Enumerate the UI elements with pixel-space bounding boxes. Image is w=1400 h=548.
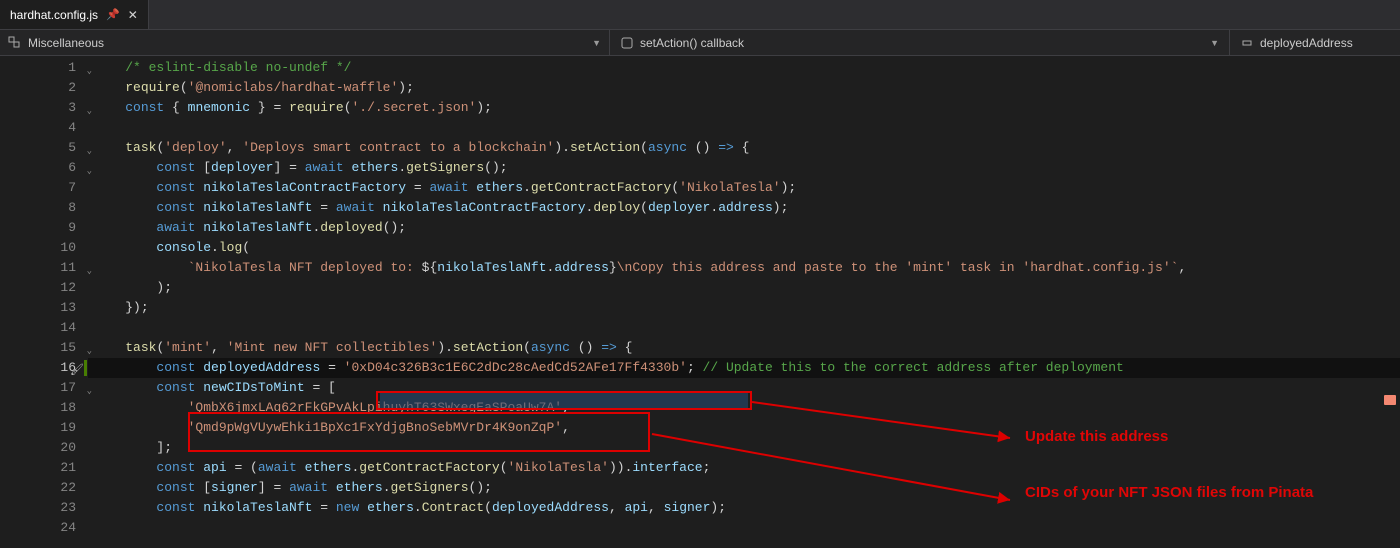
code-line[interactable]: `NikolaTesla NFT deployed to: ${nikolaTe… — [88, 258, 1400, 278]
line-number: 7 — [0, 178, 88, 198]
code-line[interactable]: const nikolaTeslaNft = await nikolaTesla… — [88, 198, 1400, 218]
code-line[interactable]: }); — [88, 298, 1400, 318]
line-number: 20 — [0, 438, 88, 458]
nav-scope-label: Miscellaneous — [28, 36, 104, 50]
close-icon[interactable]: ✕ — [128, 8, 138, 22]
chevron-down-icon[interactable]: ▼ — [1210, 38, 1219, 48]
line-number: 24 — [0, 518, 88, 538]
editor-area: 1⌄23⌄45⌄6⌄7891011⌄12131415⌄16🖌17⌄1819202… — [0, 56, 1400, 548]
code-line[interactable]: task('mint', 'Mint new NFT collectibles'… — [88, 338, 1400, 358]
line-number: 3⌄ — [0, 98, 88, 118]
scrollbar-marker — [1384, 395, 1396, 405]
nav-context-label: setAction() callback — [640, 36, 744, 50]
code-line[interactable]: const { mnemonic } = require('./.secret.… — [88, 98, 1400, 118]
line-number: 15⌄ — [0, 338, 88, 358]
line-number: 1⌄ — [0, 58, 88, 78]
code-line[interactable]: const api = (await ethers.getContractFac… — [88, 458, 1400, 478]
chevron-down-icon[interactable]: ▼ — [592, 38, 601, 48]
line-number: 12 — [0, 278, 88, 298]
nav-symbol-label: deployedAddress — [1260, 36, 1353, 50]
line-number-gutter: 1⌄23⌄45⌄6⌄7891011⌄12131415⌄16🖌17⌄1819202… — [0, 56, 88, 548]
scope-icon — [8, 36, 22, 50]
code-line[interactable]: /* eslint-disable no-undef */ — [88, 58, 1400, 78]
tab-filename: hardhat.config.js — [10, 8, 98, 22]
line-number: 9 — [0, 218, 88, 238]
method-icon — [620, 36, 634, 50]
line-number: 16🖌 — [0, 358, 88, 378]
line-number: 19 — [0, 418, 88, 438]
code-line[interactable]: require('@nomiclabs/hardhat-waffle'); — [88, 78, 1400, 98]
line-number: 13 — [0, 298, 88, 318]
line-number: 18 — [0, 398, 88, 418]
line-number: 4 — [0, 118, 88, 138]
line-number: 11⌄ — [0, 258, 88, 278]
code-line[interactable]: 'QmbX6jmxLAq62rFkGPvAkLpihuyhT63SWxegEaS… — [88, 398, 1400, 418]
line-number: 22 — [0, 478, 88, 498]
nav-scope[interactable]: Miscellaneous ▼ — [0, 30, 610, 55]
tab-bar: hardhat.config.js 📌 ✕ — [0, 0, 1400, 30]
code-line[interactable]: task('deploy', 'Deploys smart contract t… — [88, 138, 1400, 158]
code-line[interactable]: ); — [88, 278, 1400, 298]
line-number: 17⌄ — [0, 378, 88, 398]
code-line[interactable]: ]; — [88, 438, 1400, 458]
annotation-label-cids: CIDs of your NFT JSON files from Pinata — [1025, 484, 1325, 503]
line-number: 6⌄ — [0, 158, 88, 178]
annotation-label-address: Update this address — [1025, 428, 1168, 445]
navigation-bar: Miscellaneous ▼ setAction() callback ▼ d… — [0, 30, 1400, 56]
code-line[interactable] — [88, 318, 1400, 338]
line-number: 5⌄ — [0, 138, 88, 158]
code-area[interactable]: /* eslint-disable no-undef */ require('@… — [88, 56, 1400, 548]
nav-symbol[interactable]: deployedAddress — [1230, 30, 1400, 55]
line-number: 14 — [0, 318, 88, 338]
code-line[interactable]: await nikolaTeslaNft.deployed(); — [88, 218, 1400, 238]
line-number: 23 — [0, 498, 88, 518]
code-line[interactable]: const deployedAddress = '0xD04c326B3c1E6… — [88, 358, 1400, 378]
code-line[interactable] — [88, 518, 1400, 538]
code-line[interactable]: const newCIDsToMint = [ — [88, 378, 1400, 398]
file-tab[interactable]: hardhat.config.js 📌 ✕ — [0, 0, 149, 29]
code-line[interactable]: 'Qmd9pWgVUywEhki1BpXc1FxYdjgBnoSebMVrDr4… — [88, 418, 1400, 438]
code-line[interactable]: console.log( — [88, 238, 1400, 258]
code-line[interactable]: const nikolaTeslaContractFactory = await… — [88, 178, 1400, 198]
line-number: 10 — [0, 238, 88, 258]
line-number: 2 — [0, 78, 88, 98]
line-number: 8 — [0, 198, 88, 218]
line-number: 21 — [0, 458, 88, 478]
code-line[interactable] — [88, 118, 1400, 138]
nav-context[interactable]: setAction() callback ▼ — [610, 30, 1230, 55]
pin-icon[interactable]: 📌 — [106, 8, 120, 21]
code-line[interactable]: const [deployer] = await ethers.getSigne… — [88, 158, 1400, 178]
field-icon — [1240, 36, 1254, 50]
change-marker — [84, 360, 87, 376]
